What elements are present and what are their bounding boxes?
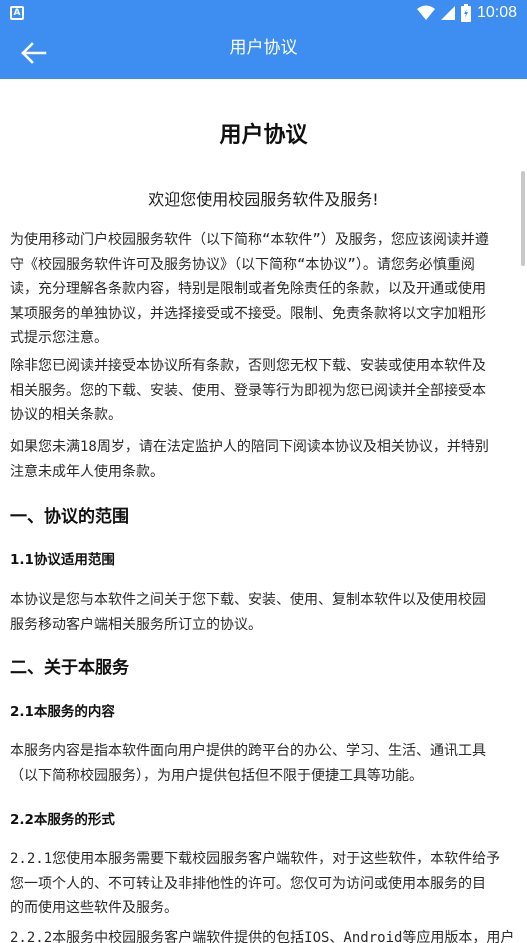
subsection-heading-1-1: 1.1协议适用范围 (10, 552, 115, 568)
document-title: 用户协议 (219, 123, 308, 148)
back-button[interactable] (18, 37, 50, 69)
arrow-left-icon (21, 42, 47, 64)
notification-icon: A (10, 6, 24, 20)
intro-paragraph: 为使用移动门户校园服务软件（以下简称“本软件”）及服务，您应该阅读并遵 守《校园… (10, 232, 489, 346)
service-form-paragraph: 2.2.1您使用本服务需要下载校园服务客户端软件，对于这些软件，本软件给予 您一… (10, 851, 501, 916)
minor-paragraph: 如果您未满18周岁，请在法定监护人的陪同下阅读本协议及相关协议，并特别 注意未成… (10, 439, 489, 480)
scope-paragraph: 本协议是您与本软件之间关于您下载、安装、使用、复制本软件以及使用校园 服务移动客… (10, 592, 486, 633)
section-heading-service: 二、关于本服务 (10, 658, 129, 678)
service-content-paragraph: 本服务内容是指本软件面向用户提供的跨平台的办公、学习、生活、通讯工具 （以下简称… (10, 743, 486, 784)
status-bar: A 10:08 (0, 0, 527, 27)
clock: 10:08 (476, 4, 517, 21)
subsection-heading-2-2: 2.2本服务的形式 (10, 812, 115, 828)
app-bar-title: 用户协议 (229, 38, 298, 58)
section-heading-scope: 一、协议的范围 (10, 507, 129, 527)
status-icons: 10:08 (416, 4, 517, 22)
welcome-text: 欢迎您使用校园服务软件及服务! (148, 190, 379, 209)
acceptance-paragraph: 除非您已阅读并接受本协议所有条款，否则您无权下载、安装或使用本软件及 相关服务。… (10, 358, 486, 423)
wifi-icon (416, 5, 435, 20)
scrollbar[interactable] (521, 171, 525, 266)
signal-icon (440, 6, 455, 20)
battery-icon (460, 4, 471, 22)
subsection-heading-2-1: 2.1本服务的内容 (10, 704, 115, 720)
service-clients-paragraph: 2.2.2本服务中校园服务客户端软件提供的包括IOS、Android等应用版本，… (10, 930, 515, 943)
agreement-content[interactable]: 用户协议 欢迎您使用校园服务软件及服务! 为使用移动门户校园服务软件（以下简称“… (0, 79, 527, 943)
app-bar: 用户协议 (0, 27, 527, 79)
